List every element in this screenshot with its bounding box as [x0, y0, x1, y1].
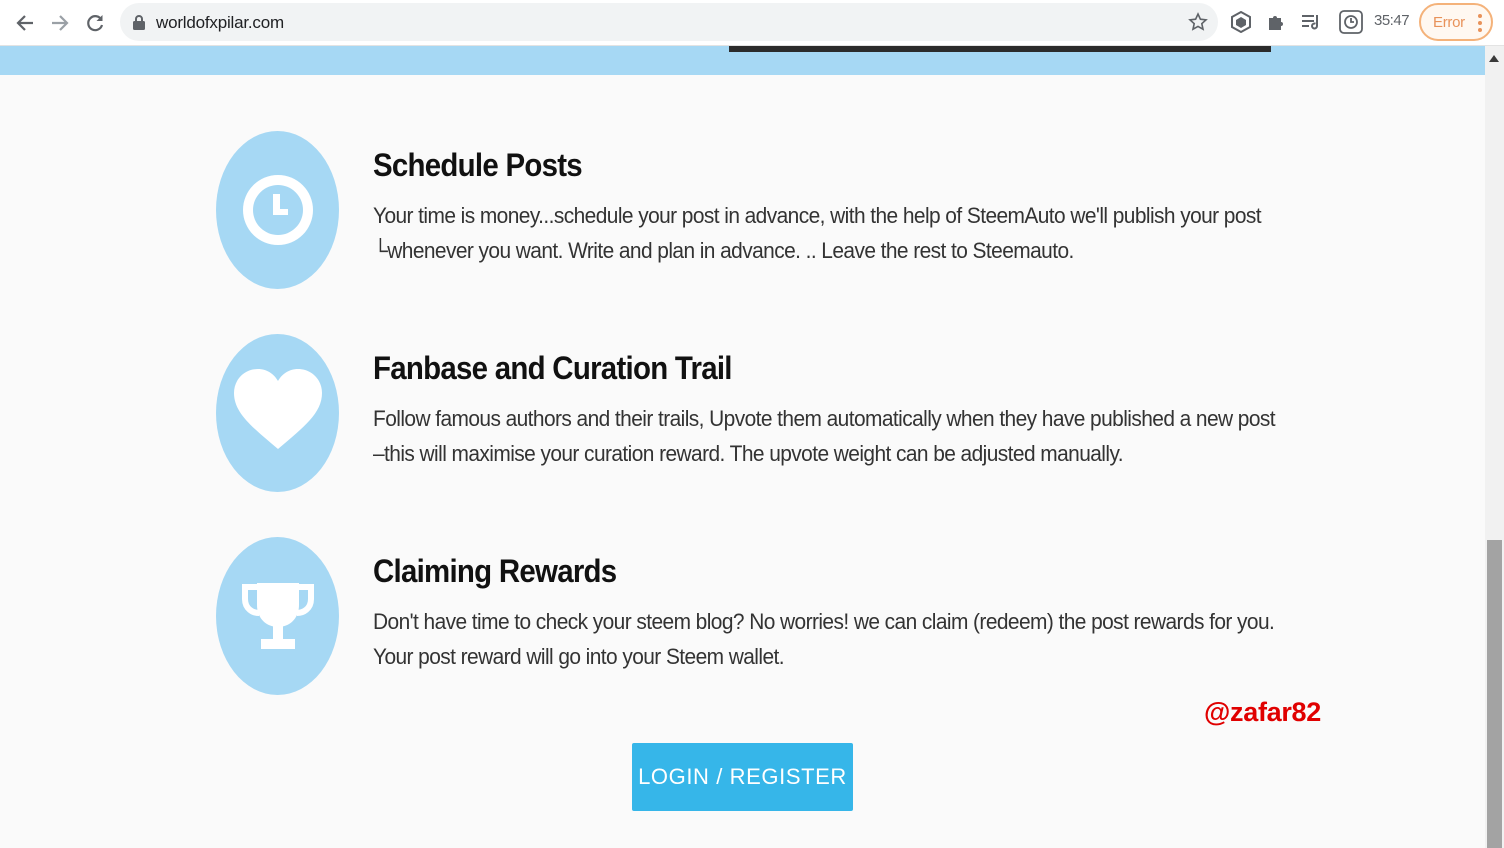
puzzle-icon[interactable]	[1264, 10, 1288, 34]
clock-badge-icon[interactable]	[1339, 10, 1363, 34]
author-watermark: @zafar82	[1204, 697, 1321, 727]
feature-description-line: Follow famous authors and their trails, …	[373, 406, 1276, 431]
feature-description-line: –this will maximise your curation reward…	[373, 441, 1124, 466]
feature-description-line: └whenever you want. Write and plan in ad…	[373, 238, 1074, 263]
feature-icon-circle	[216, 537, 339, 695]
feature-icon-circle	[216, 334, 339, 492]
lock-icon[interactable]	[132, 14, 146, 35]
trophy-icon	[241, 583, 314, 649]
banner-image-edge	[729, 46, 1271, 52]
scroll-up-arrow-icon[interactable]	[1489, 55, 1499, 62]
feature-description-line: Your time is money...schedule your post …	[373, 203, 1262, 228]
extension-hexagon-icon[interactable]	[1229, 10, 1253, 34]
reading-list-icon[interactable]	[1299, 10, 1323, 34]
menu-dots-icon[interactable]	[1478, 14, 1482, 32]
clock-icon	[242, 175, 313, 245]
feature-description-line: Your post reward will go into your Steem…	[373, 644, 785, 669]
scrollbar-thumb[interactable]	[1487, 540, 1502, 848]
feature-title: Claiming Rewards	[373, 553, 617, 589]
feature-description-line: Don't have time to check your steem blog…	[373, 609, 1275, 634]
forward-icon[interactable]	[46, 9, 74, 37]
star-icon[interactable]	[1188, 12, 1208, 37]
clock-readout: 35:47	[1374, 12, 1410, 29]
heart-icon	[233, 369, 322, 449]
address-bar[interactable]: worldofxpilar.com	[120, 3, 1218, 41]
feature-icon-circle	[216, 131, 339, 289]
browser-toolbar: worldofxpilar.com 35:47 Error	[0, 0, 1504, 46]
feature-title: Schedule Posts	[373, 147, 583, 183]
url-text[interactable]: worldofxpilar.com	[156, 13, 284, 33]
login-register-button[interactable]: LOGIN / REGISTER	[632, 743, 853, 811]
error-label: Error	[1433, 14, 1465, 31]
reload-icon[interactable]	[81, 9, 109, 37]
profile-error-button[interactable]: Error	[1419, 3, 1493, 41]
back-icon[interactable]	[11, 9, 39, 37]
feature-title: Fanbase and Curation Trail	[373, 350, 732, 386]
